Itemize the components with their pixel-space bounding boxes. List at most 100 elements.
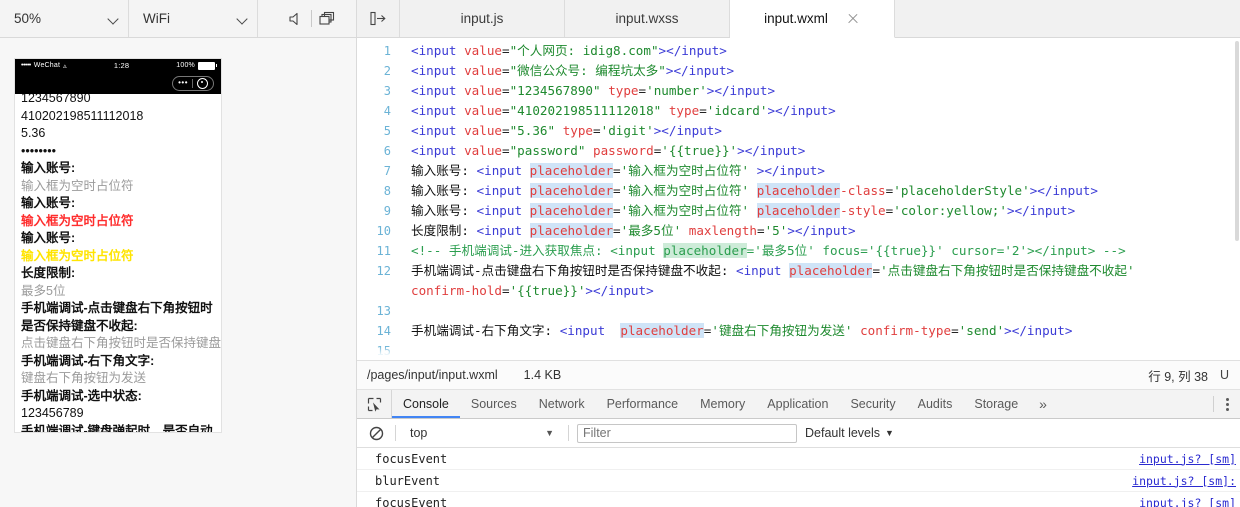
console-filter-input[interactable] [577, 423, 797, 443]
devtools-tab-strip: Console Sources Network Performance Memo… [357, 390, 1240, 419]
console-log-source-link[interactable]: input.js? [sm] [1139, 496, 1236, 507]
target-circle-icon[interactable] [197, 77, 208, 89]
console-context-select[interactable]: top ▼ [404, 426, 560, 440]
code-editor-scroll[interactable]: 1 <input value="个人网页: idig8.com"></input>… [357, 38, 1240, 360]
code-token: 手机端调试-右下角文字: [411, 323, 560, 338]
devtools-tab-security[interactable]: Security [839, 390, 906, 418]
editor-scrollbar-thumb[interactable] [1235, 41, 1239, 241]
code-token: 'number' [646, 83, 707, 98]
editor-tab-input-wxss[interactable]: input.wxss [565, 0, 730, 37]
code-token: <input [411, 83, 465, 98]
file-status-bar: /pages/input/input.wxml 1.4 KB 行 9, 列 38… [357, 361, 1240, 390]
chevron-down-icon: ▼ [885, 428, 894, 438]
code-token: = [502, 103, 510, 118]
network-type-select[interactable]: WiFi [129, 0, 258, 37]
chevron-down-icon: ▼ [545, 428, 554, 438]
code-token: "1234567890" [509, 83, 601, 98]
phone-screen-content[interactable]: 1234567890 410202198511112018 5.36 •••••… [15, 94, 221, 432]
editor-tab-input-js[interactable]: input.js [400, 0, 565, 37]
editor-tab-label: input.wxss [615, 11, 679, 26]
code-line-text: <input value="微信公众号: 编程坑太多"></input> [401, 61, 734, 81]
code-line[interactable]: confirm-hold='{{true}}'></input> [357, 281, 1240, 301]
screen-line: 123456789 [21, 406, 84, 420]
windows-icon[interactable] [312, 0, 342, 37]
code-line[interactable]: 5 <input value="5.36" type='digit'></inpu… [357, 121, 1240, 141]
more-dots-icon[interactable]: ••• [178, 79, 188, 87]
inspect-element-icon[interactable] [357, 390, 392, 418]
console-log-row[interactable]: blurEvent input.js? [sm]: [357, 470, 1240, 492]
console-log-row[interactable]: focusEvent input.js? [sm] [357, 448, 1240, 470]
editor-vertical-scrollbar[interactable] [1234, 38, 1240, 360]
code-token: = [502, 63, 510, 78]
code-token: 'digit' [600, 123, 654, 138]
network-type-value: WiFi [143, 11, 170, 26]
code-line-number: 11 [376, 244, 391, 258]
devtools-tab-memory[interactable]: Memory [689, 390, 756, 418]
editor-tab-input-wxml[interactable]: input.wxml [730, 0, 895, 38]
code-line[interactable]: 3 <input value="1234567890" type='number'… [357, 81, 1240, 101]
code-line[interactable]: 9 输入账号: <input placeholder='输入框为空时占位符' pl… [357, 201, 1240, 221]
code-token: = [502, 143, 510, 158]
code-line[interactable]: 12 手机端调试-点击键盘右下角按钮时是否保持键盘不收起: <input plac… [357, 261, 1240, 281]
code-token: 输入账号: [411, 163, 477, 178]
code-token: '键盘右下角按钮为发送' [711, 323, 853, 338]
code-line[interactable]: 13 [357, 301, 1240, 321]
code-token: "410202198511112018" [509, 103, 662, 118]
devtools-tab-audits[interactable]: Audits [907, 390, 964, 418]
more-vertical-icon[interactable] [1214, 390, 1240, 418]
code-token: = [638, 83, 647, 98]
speaker-mute-icon[interactable] [281, 0, 311, 37]
close-icon[interactable] [846, 12, 860, 26]
code-line-text: 输入账号: <input placeholder='输入框为空时占位符' pla… [401, 181, 1098, 201]
devtools-tab-console[interactable]: Console [392, 390, 460, 418]
code-line[interactable]: 2 <input value="微信公众号: 编程坑太多"></input> [357, 61, 1240, 81]
phone-simulator[interactable]: ••••• WeChat ▵ 1:28 100% ••• 1234567890 … [14, 58, 222, 433]
code-token: value [464, 143, 502, 158]
code-token: = [872, 263, 881, 278]
devtools-tab-label: Console [403, 397, 449, 411]
zoom-level-select[interactable]: 50% [0, 0, 129, 37]
console-log-row[interactable]: focusEvent input.js? [sm] [357, 492, 1240, 507]
code-line[interactable]: 10 长度限制: <input placeholder='最多5位' maxlen… [357, 221, 1240, 241]
devtools-tab-storage[interactable]: Storage [963, 390, 1029, 418]
devtools-more-tabs-button[interactable]: » [1029, 390, 1057, 418]
screen-line: 点击键盘右下角按钮时是否保持键盘不收起 [21, 336, 221, 350]
phone-clock: 1:28 [113, 61, 130, 70]
clear-console-icon[interactable] [365, 422, 387, 444]
screen-line: 最多5位 [21, 283, 66, 298]
chevron-down-icon [108, 13, 120, 25]
code-line[interactable]: 6 <input value="password" password='{{tru… [357, 141, 1240, 161]
devtools-tab-network[interactable]: Network [528, 390, 596, 418]
code-line[interactable]: 4 <input value="410202198511112018" type=… [357, 101, 1240, 121]
screen-line: 手机端调试-键盘弹起时，是否自动上推页面: [21, 423, 213, 433]
code-line[interactable]: 7 输入账号: <input placeholder='输入框为空时占位符' ><… [357, 161, 1240, 181]
wechat-capsule-button[interactable]: ••• [172, 75, 214, 91]
code-line[interactable]: 14 手机端调试-右下角文字: <input placeholder = '键盘右下角… [357, 321, 1240, 341]
code-token: 'send' [958, 323, 1005, 338]
code-token: ></input> [1029, 183, 1098, 198]
code-token: ></input> [737, 143, 806, 158]
console-log-source-link[interactable]: input.js? [sm] [1139, 452, 1236, 466]
code-line[interactable]: 15 [357, 341, 1240, 360]
console-log-list[interactable]: focusEvent input.js? [sm] blurEvent inpu… [357, 448, 1240, 507]
code-line[interactable]: 8 输入账号: <input placeholder='输入框为空时占位符' pl… [357, 181, 1240, 201]
devtools-tab-application[interactable]: Application [756, 390, 839, 418]
code-editor[interactable]: 1 <input value="个人网页: idig8.com"></input>… [357, 38, 1240, 361]
code-token: <input [559, 323, 621, 338]
screen-line: 长度限制: [21, 266, 76, 280]
console-log-levels-select[interactable]: Default levels ▼ [805, 426, 894, 440]
devtools-tab-performance[interactable]: Performance [596, 390, 690, 418]
code-line-number: 8 [383, 184, 391, 198]
screen-line: 输入账号: [21, 231, 76, 245]
console-log-source-link[interactable]: input.js? [sm]: [1132, 474, 1236, 488]
code-line-number: 12 [376, 264, 391, 278]
code-token: '输入框为空时占位符' [620, 183, 750, 198]
code-line[interactable]: 11 <!-- 手机端调试-进入获取焦点: <input placeholder=… [357, 241, 1240, 261]
code-token: '5' [764, 223, 788, 238]
code-line-number: 7 [383, 164, 391, 178]
code-line[interactable]: 1 <input value="个人网页: idig8.com"></input> [357, 41, 1240, 61]
file-explorer-toggle-icon[interactable] [357, 0, 400, 37]
code-token: type [668, 103, 700, 118]
devtools-tab-sources[interactable]: Sources [460, 390, 528, 418]
